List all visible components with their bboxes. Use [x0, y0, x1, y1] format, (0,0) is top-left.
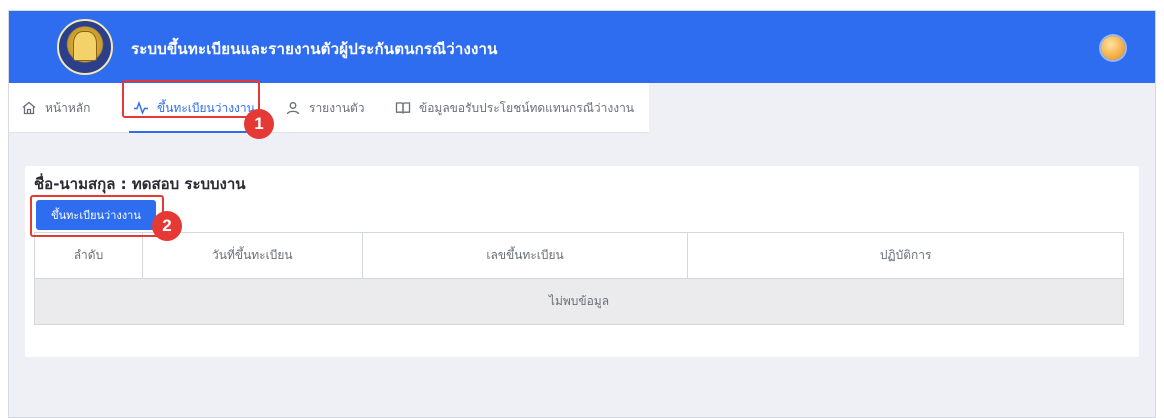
- empty-table-message: ไม่พบข้อมูล: [34, 278, 1124, 325]
- column-header-order: ลำดับ: [34, 232, 143, 279]
- step-marker-1: 1: [244, 109, 274, 139]
- user-avatar[interactable]: [1101, 36, 1125, 60]
- column-header-register-number: เลขขึ้นทะเบียน: [361, 232, 689, 279]
- column-header-register-date: วันที่ขึ้นทะเบียน: [141, 232, 363, 279]
- user-icon: [286, 102, 300, 115]
- table-row: ไม่พบข้อมูล: [34, 278, 1124, 325]
- book-icon: [395, 102, 411, 114]
- person-name: ชื่อ-นามสกุล : ทดสอบ ระบบงาน: [34, 175, 246, 193]
- home-icon: [22, 101, 36, 115]
- step-marker-2: 2: [152, 211, 182, 241]
- registration-table: ลำดับ วันที่ขึ้นทะเบียน เลขขึ้นทะเบียน ป…: [34, 232, 1124, 325]
- main-nav: หน้าหลัก ขึ้นทะเบียนว่างงาน รายงานตัว ข้…: [9, 83, 649, 133]
- table-header-row: ลำดับ วันที่ขึ้นทะเบียน เลขขึ้นทะเบียน ป…: [34, 232, 1124, 279]
- nav-tab-home-label: หน้าหลัก: [45, 100, 91, 115]
- nav-tab-benefit-info[interactable]: ข้อมูลขอรับประโยชน์ทดแทนกรณีว่างงาน: [395, 83, 634, 133]
- app-frame: ระบบขึ้นทะเบียนและรายงานตัวผู้ประกันตนกร…: [8, 10, 1156, 418]
- app-header: ระบบขึ้นทะเบียนและรายงานตัวผู้ประกันตนกร…: [9, 11, 1155, 83]
- nav-tab-home[interactable]: หน้าหลัก: [21, 83, 90, 133]
- highlight-box-register-button: [30, 195, 164, 237]
- nav-tab-report[interactable]: รายงานตัว: [285, 83, 365, 133]
- highlight-box-nav-register: [122, 80, 260, 118]
- department-seal-logo: [57, 19, 113, 75]
- nav-tab-benefit-info-label: ข้อมูลขอรับประโยชน์ทดแทนกรณีว่างงาน: [419, 100, 635, 115]
- app-title: ระบบขึ้นทะเบียนและรายงานตัวผู้ประกันตนกร…: [131, 40, 498, 58]
- nav-tab-report-label: รายงานตัว: [309, 100, 365, 115]
- column-header-actions: ปฏิบัติการ: [687, 232, 1124, 279]
